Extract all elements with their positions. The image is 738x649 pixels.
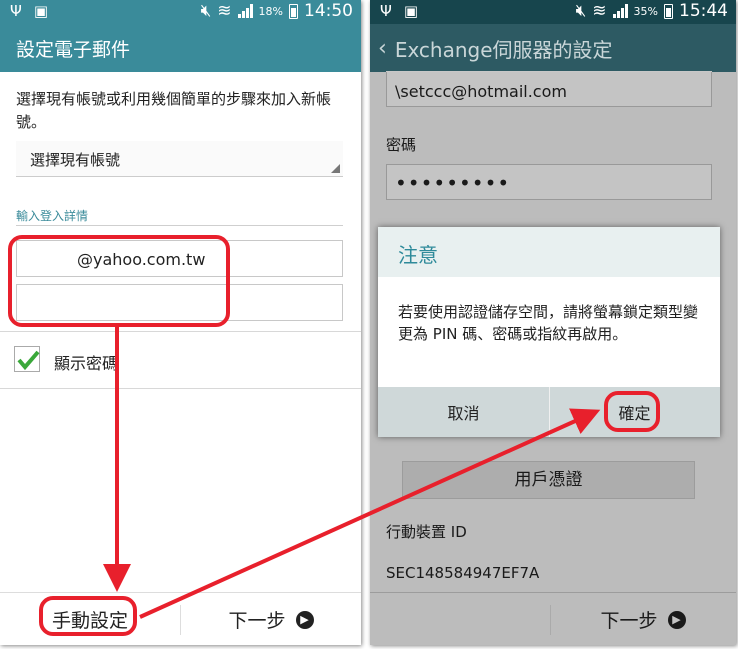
arrow-to-ok [139, 408, 601, 619]
annotation-arrows [103, 327, 601, 619]
